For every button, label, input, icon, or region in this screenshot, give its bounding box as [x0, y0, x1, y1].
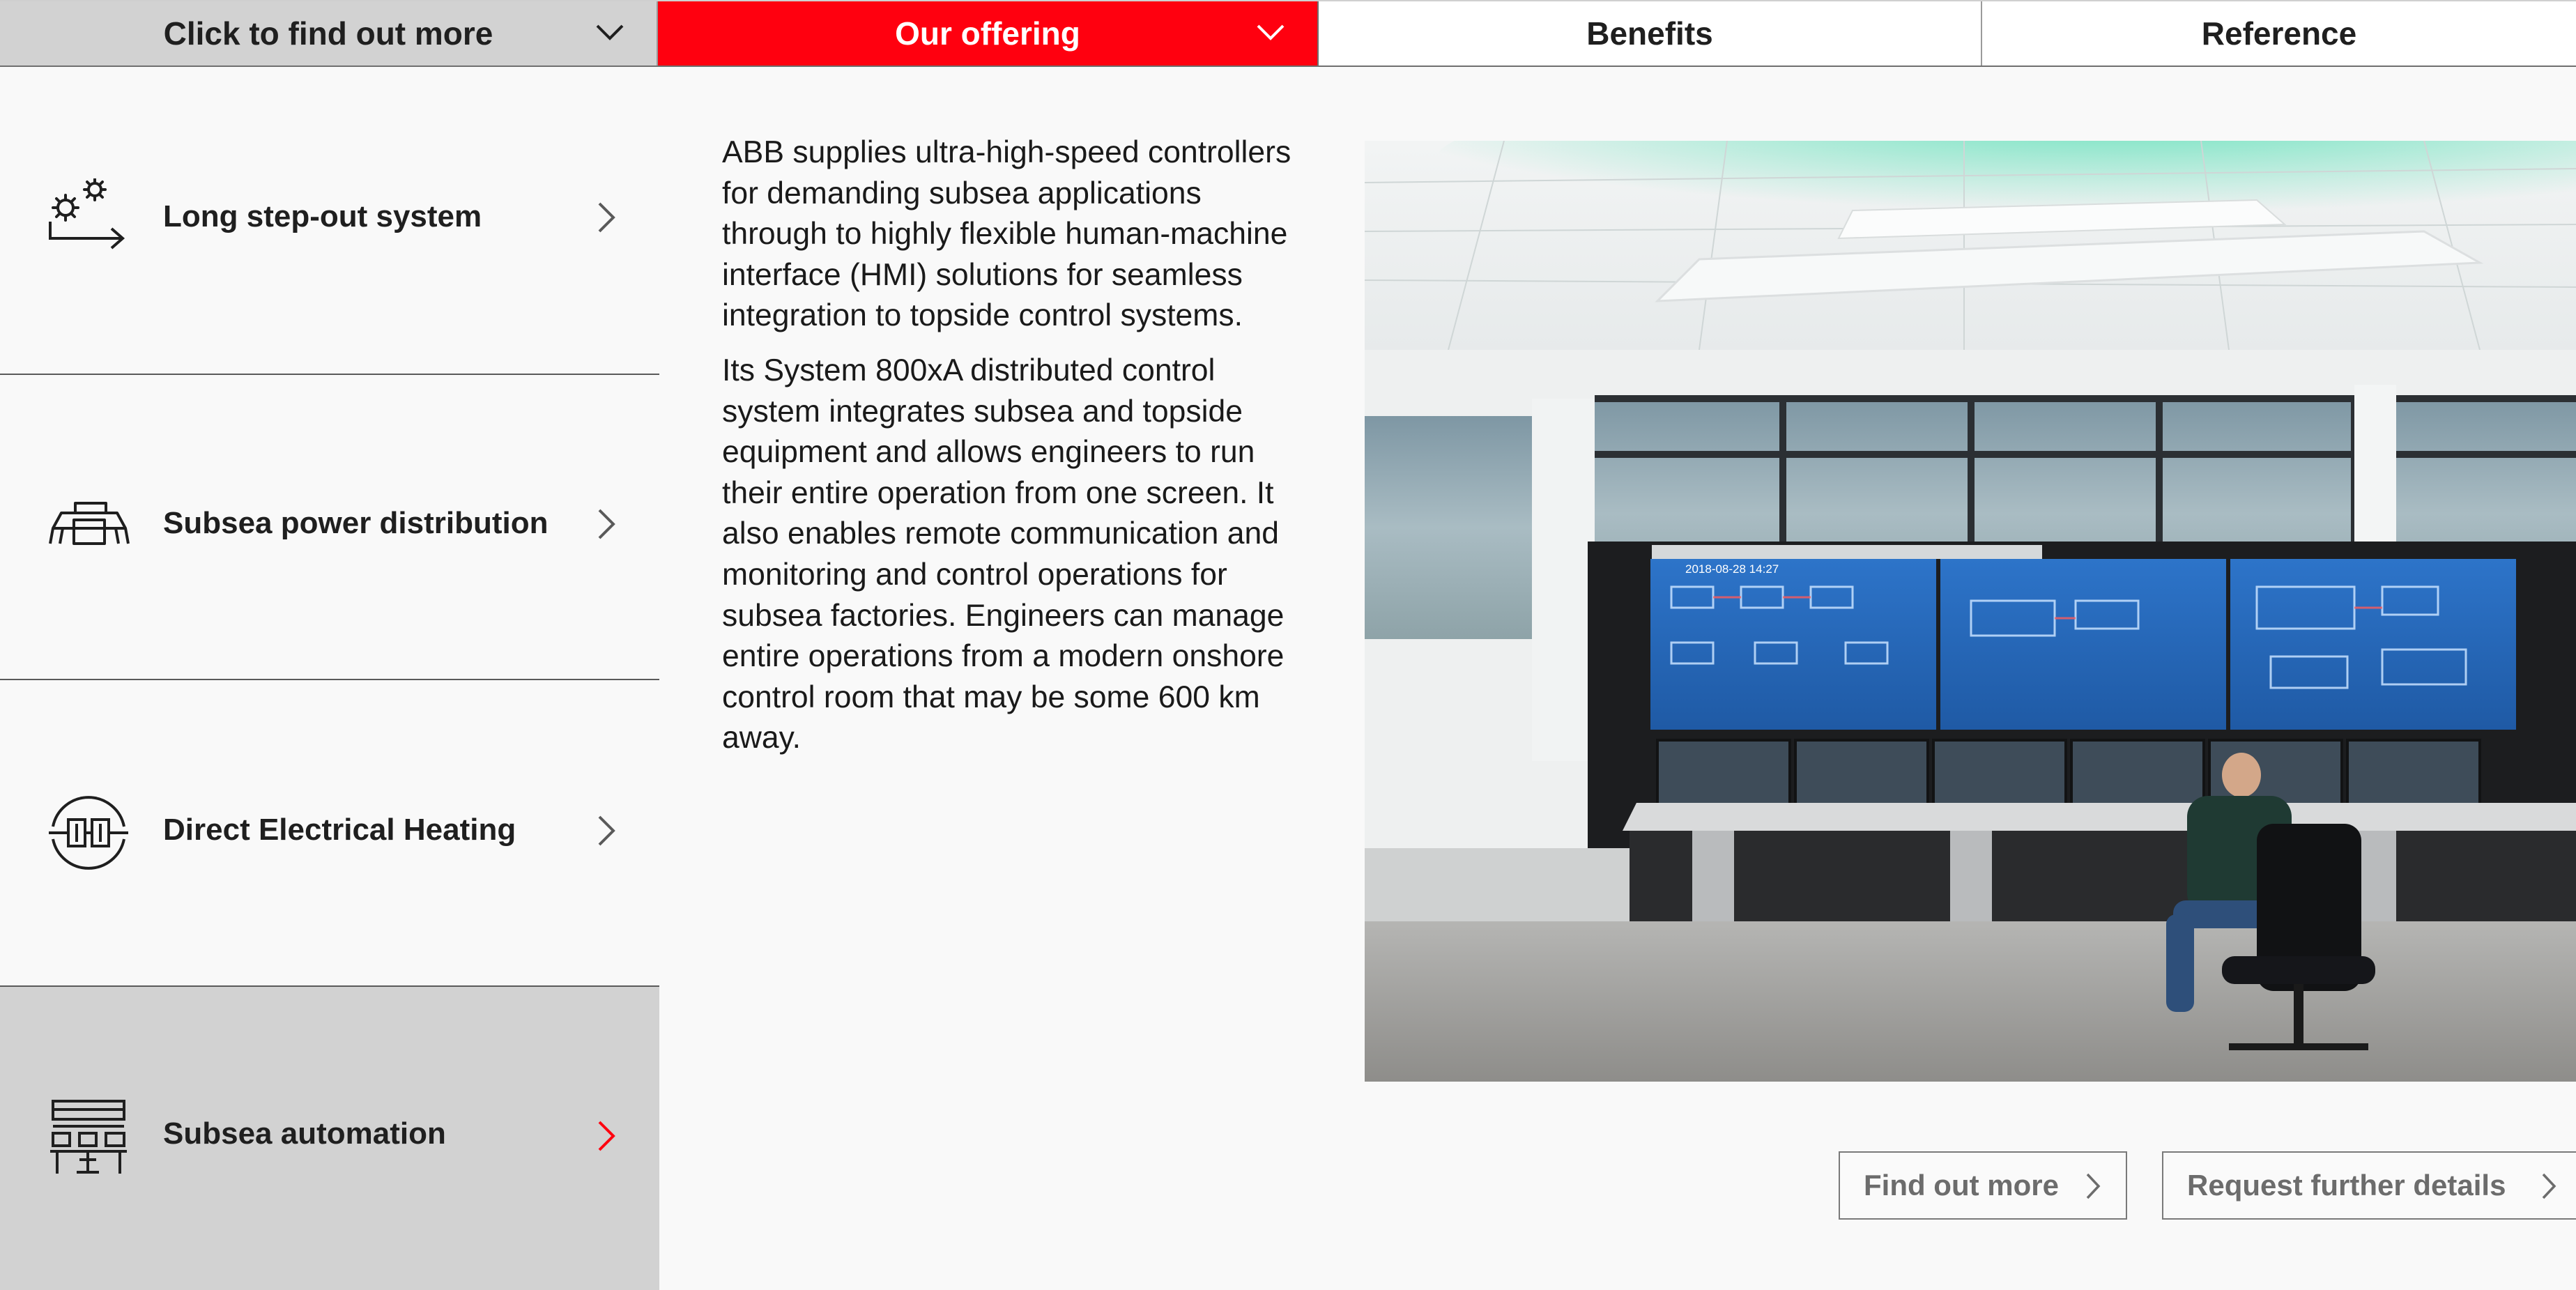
- sidebar-item-subsea-automation[interactable]: Subsea automation: [0, 987, 659, 1290]
- tab-click-to-find-out-more[interactable]: Click to find out more: [0, 1, 658, 66]
- sidebar-item-label: Subsea automation: [163, 1116, 446, 1151]
- description-paragraph: ABB supplies ultra-high-speed controller…: [722, 135, 1291, 333]
- sidebar: Long step-out system Subsea power distri…: [0, 67, 659, 1290]
- heating-circle-icon: [49, 796, 128, 870]
- tab-bar: Click to find out more Our offering Bene…: [0, 0, 2576, 67]
- request-further-details-button[interactable]: Request further details: [2162, 1151, 2576, 1220]
- chevron-right-icon: [2542, 1173, 2556, 1199]
- chevron-right-icon: [598, 815, 615, 846]
- find-out-more-label: Find out more: [1864, 1169, 2059, 1201]
- tab-benefits[interactable]: Benefits: [1319, 1, 1982, 66]
- offering-description: ABB supplies ultra-high-speed controller…: [722, 132, 1308, 773]
- sidebar-item-long-step-out-system[interactable]: Long step-out system: [0, 67, 659, 375]
- control-room-photo: 2018-08-28 14:27: [1365, 141, 2576, 1082]
- sidebar-item-label: Direct Electrical Heating: [163, 813, 516, 847]
- tab-label: Our offering: [895, 15, 1080, 52]
- chevron-right-icon: [598, 202, 615, 233]
- subsea-module-icon: [49, 502, 130, 545]
- request-details-label: Request further details: [2187, 1169, 2506, 1201]
- sidebar-item-label: Long step-out system: [163, 199, 482, 233]
- chevron-down-icon: [1257, 24, 1285, 40]
- chevron-down-icon: [596, 24, 624, 40]
- chevron-right-icon: [598, 1121, 615, 1151]
- chevron-right-icon: [2086, 1173, 2101, 1199]
- chevron-right-icon: [598, 509, 615, 539]
- sidebar-item-direct-electrical-heating[interactable]: Direct Electrical Heating: [0, 680, 659, 987]
- description-paragraph: Its System 800xA distributed control sys…: [722, 353, 1285, 755]
- tab-our-offering[interactable]: Our offering: [658, 1, 1319, 66]
- screen-timestamp: 2018-08-28 14:27: [1685, 562, 1779, 576]
- find-out-more-button[interactable]: Find out more: [1839, 1151, 2127, 1220]
- sidebar-item-subsea-power-distribution[interactable]: Subsea power distribution: [0, 375, 659, 680]
- sidebar-item-label: Subsea power distribution: [163, 506, 549, 540]
- tab-label: Benefits: [1586, 15, 1713, 52]
- tab-reference[interactable]: Reference: [1982, 1, 2576, 66]
- gears-arrow-icon: [49, 178, 125, 249]
- control-desk-icon: [50, 1100, 127, 1174]
- tab-label: Reference: [2201, 15, 2357, 52]
- tab-label: Click to find out more: [163, 15, 493, 52]
- control-room-image: 2018-08-28 14:27: [1365, 141, 2576, 1082]
